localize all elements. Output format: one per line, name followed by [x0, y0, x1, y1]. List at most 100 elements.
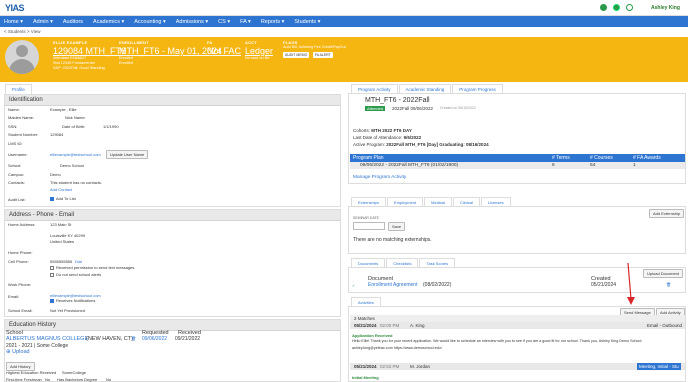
activity-title: Application Received: [352, 333, 393, 338]
address-line: 123 Main St: [50, 222, 72, 227]
program-plan-row[interactable]: 09/06/2022 - 2022Fall MTH_FT6 (01/02/190…: [350, 162, 685, 169]
banner-flags: FLAGS Auto Bill, Advising Fee Credit/Pay…: [283, 40, 346, 58]
cell-phone-value: 5555555555: [50, 259, 73, 264]
top-bar: YIAS Ashley King: [0, 0, 688, 16]
student-id-link[interactable]: 129084 MTH_FT6: [53, 46, 126, 56]
upload-link[interactable]: ⊕ Upload: [6, 349, 30, 355]
activity-user: M. Jordan: [410, 364, 431, 369]
seminar-date-label: SEMINAR DATE: [353, 216, 379, 220]
document-date: (08/02/2022): [423, 282, 452, 288]
cohorts-label: Cohorts:: [353, 128, 371, 133]
nav-auditors[interactable]: Auditors: [63, 19, 83, 25]
upload-document-button[interactable]: Upload Document: [643, 269, 684, 278]
active-program-label: Active Program:: [353, 142, 386, 147]
activity-row[interactable]: 05/21/2024 02:00 PM A. King Email - Outb…: [350, 322, 685, 329]
received-date: 09/21/2022: [175, 336, 201, 342]
nav-home[interactable]: Home ▾: [4, 19, 23, 25]
lda-value: 9/6/2022: [403, 135, 422, 140]
activity-time: 02:53 PM: [380, 364, 400, 369]
first-time-value: No: [45, 377, 51, 382]
user-menu[interactable]: Ashley King: [651, 5, 680, 11]
dial-link[interactable]: Dial: [75, 259, 82, 264]
tab-profile[interactable]: Profile: [5, 84, 32, 94]
nav-admin[interactable]: Admin ▾: [33, 19, 53, 25]
school-name-link[interactable]: ALBERTUS MAGNUS COLLEGE: [6, 336, 88, 342]
program-status-text: 2022Fall 09/06/2022: [392, 106, 434, 111]
dob-value: 1/1/1990: [103, 124, 119, 129]
col-fa-awards: # FA Awards: [633, 155, 661, 161]
contacts-label: Contacts:: [8, 180, 25, 185]
requested-date[interactable]: 09/06/2022: [142, 336, 167, 342]
nav-cs[interactable]: CS ▾: [218, 19, 230, 25]
nav-reports[interactable]: Reports ▾: [261, 19, 285, 25]
arrow-annotation: [627, 263, 635, 305]
delete-icon[interactable]: 🗑: [666, 282, 671, 287]
col-program-plan: Program Plan: [353, 155, 384, 161]
delete-icon[interactable]: 🗑: [131, 336, 136, 341]
audit-memo-button[interactable]: AUDIT MEMO: [283, 52, 310, 58]
activity-type: Email - Outbound: [647, 323, 683, 328]
school-email-value: Not Yet Provisioned: [50, 308, 85, 313]
ledger-link[interactable]: Ledger: [245, 46, 273, 56]
nav-accounting[interactable]: Accounting ▾: [134, 19, 166, 25]
matches-bar: 2 Matches: [350, 315, 685, 322]
education-title: Education History: [5, 320, 340, 331]
search-icon[interactable]: [626, 4, 633, 11]
enrollment-line: Enrolled: [119, 61, 133, 65]
breadcrumb[interactable]: < Students > View: [4, 29, 40, 34]
main-nav: Home ▾ Admin ▾ Auditors Academics ▾ Acco…: [0, 16, 688, 27]
check-icon: ✓: [352, 283, 356, 288]
plan-name: 09/06/2022 - 2022Fall MTH_FT6 (01/02/190…: [360, 163, 459, 168]
add-to-list-checkbox[interactable]: Add To List: [50, 196, 76, 201]
ssn-label: SSN:: [8, 124, 18, 129]
flags-sub: Auto Bill, Advising Fee Credit/PayOut: [283, 45, 346, 49]
no-alerts-checkbox[interactable]: Do not send school alerts: [50, 272, 101, 277]
nav-students[interactable]: Students ▾: [294, 19, 320, 25]
status-badge: Attended: [365, 106, 386, 111]
acct-label: ACCT: [245, 40, 257, 45]
name-value: Example , Ellie: [50, 107, 77, 112]
audit-list-label: Audit List:: [8, 197, 26, 202]
nav-admissions[interactable]: Admissions ▾: [176, 19, 208, 25]
email-label: Email:: [8, 294, 20, 299]
banner-acct: ACCT Ledger No card on file: [245, 40, 273, 61]
fa-link[interactable]: Not FAC: [207, 46, 241, 56]
toolbar-icons: [600, 4, 633, 11]
acct-sub: No card on file: [245, 56, 270, 60]
plan-terms: 6: [552, 163, 555, 168]
activity-row[interactable]: 05/21/2024 02:53 PM M. Jordan Meeting, I…: [350, 363, 685, 370]
school-label: School:: [8, 163, 22, 168]
manage-program-activity-link[interactable]: Manage Program Activity: [353, 175, 406, 180]
nav-academics[interactable]: Academics ▾: [93, 19, 124, 25]
fa-alert-button[interactable]: FA ALERT: [312, 52, 333, 58]
save-button[interactable]: Save: [388, 222, 406, 231]
dob-label: Date of Birth:: [62, 124, 86, 129]
receives-notifications-checkbox[interactable]: Receives Notifications: [50, 298, 95, 303]
col-courses: # Courses: [590, 155, 613, 161]
app-logo[interactable]: YIAS: [5, 3, 25, 13]
lms-id-label: LMS ID:: [8, 141, 23, 146]
cell-phone-label: Cell Phone:: [8, 259, 29, 264]
notification-icon[interactable]: [600, 4, 607, 11]
student-name-label: ELLIE EXAMPLE: [53, 40, 88, 45]
document-link[interactable]: Enrollment Agreement: [368, 282, 417, 288]
plan-fa-awards: 1: [633, 163, 636, 168]
help-icon[interactable]: [613, 4, 620, 11]
nav-fa[interactable]: FA ▾: [240, 19, 251, 25]
seminar-date-input[interactable]: [353, 222, 385, 230]
update-username-button[interactable]: Update User Name: [106, 150, 149, 159]
avatar: [5, 40, 39, 74]
address-line: Louisville KY 40299: [50, 233, 86, 238]
activity-user: A. King: [410, 323, 425, 328]
username-value[interactable]: elliexample@testschool.com: [50, 152, 101, 157]
text-permission-checkbox[interactable]: Received permission to send text message…: [50, 265, 135, 270]
add-contact-link[interactable]: Add Contact: [50, 187, 72, 192]
active-program-value: 2022Fall MTH_FT6 [Day] Graduating: 08/16…: [386, 142, 489, 147]
fa-label: FA: [207, 40, 213, 45]
add-externship-button[interactable]: Add Externship: [649, 209, 685, 218]
document-created: 05/21/2024: [591, 282, 617, 288]
banner-fa: FA Not FAC: [207, 40, 241, 56]
school-value: Demo School: [60, 163, 85, 168]
activity-type: Meeting, Initial - Stu: [637, 363, 681, 370]
left-tabs: Profile: [5, 84, 33, 94]
